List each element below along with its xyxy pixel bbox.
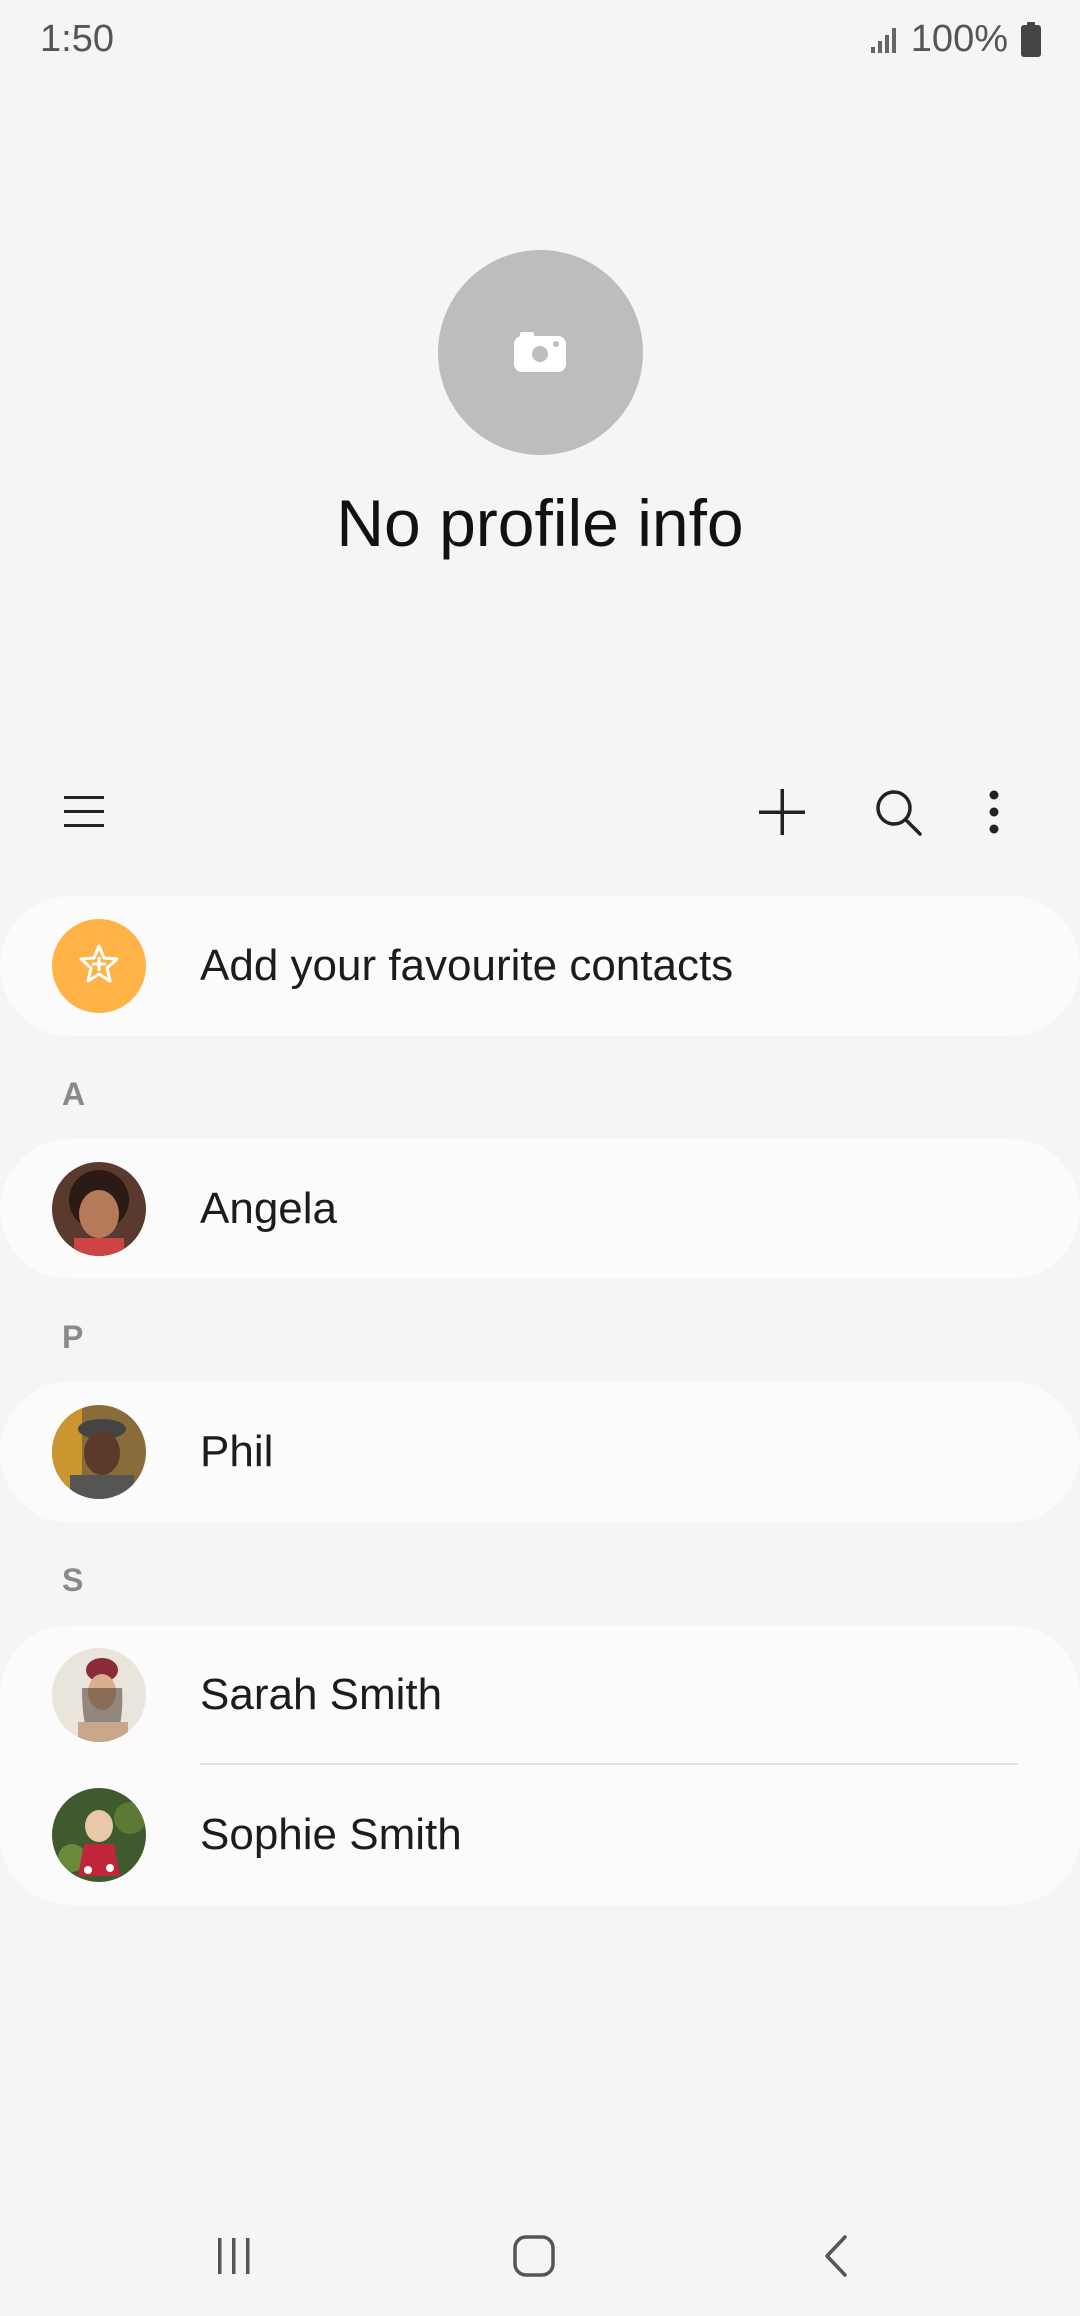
section-header-a: A <box>62 1076 86 1112</box>
contact-name: Phil <box>200 1427 274 1476</box>
section-header-s: S <box>62 1562 84 1598</box>
menu-icon <box>62 792 106 832</box>
contact-row[interactable]: Sophie Smith <box>0 1765 1080 1905</box>
section-header-p: P <box>62 1319 84 1355</box>
menu-button[interactable] <box>42 770 126 854</box>
battery-icon <box>1020 21 1042 58</box>
contact-name: Sophie Smith <box>200 1810 462 1859</box>
recents-icon <box>214 2236 254 2281</box>
favourite-badge <box>52 919 146 1013</box>
section-p-card: Phil <box>0 1382 1080 1522</box>
avatar <box>52 1648 146 1742</box>
favourites-label: Add your favourite contacts <box>200 941 734 990</box>
avatar <box>52 1162 146 1256</box>
contact-row[interactable]: Angela <box>0 1139 1080 1279</box>
back-button[interactable] <box>786 2220 886 2296</box>
add-icon <box>757 787 807 837</box>
add-favourites-row[interactable]: Add your favourite contacts <box>0 896 1080 1036</box>
section-s-card: Sarah Smith Sophie Smith <box>0 1625 1080 1905</box>
home-button[interactable] <box>484 2220 584 2296</box>
home-icon <box>512 2234 556 2283</box>
avatar <box>52 1405 146 1499</box>
back-icon <box>821 2234 851 2283</box>
profile-photo-button[interactable] <box>437 250 643 455</box>
section-a-card: Angela <box>0 1139 1080 1279</box>
toolbar <box>0 770 1080 854</box>
battery-percent: 100% <box>910 18 1008 60</box>
contact-name: Angela <box>200 1184 338 1233</box>
contacts-screen: 1:50 100% No profile info Add your favou… <box>0 0 1080 2316</box>
contact-row[interactable]: Phil <box>0 1382 1080 1522</box>
navigation-bar <box>0 2200 1080 2316</box>
more-options-button[interactable] <box>952 770 1036 854</box>
favourites-card[interactable]: Add your favourite contacts <box>0 896 1080 1036</box>
status-indicators: 100% <box>869 18 1042 61</box>
avatar <box>52 1788 146 1882</box>
star-icon <box>77 942 121 991</box>
search-button[interactable] <box>856 770 940 854</box>
add-contact-button[interactable] <box>740 770 824 854</box>
status-bar: 1:50 100% <box>0 0 1080 84</box>
camera-icon <box>512 330 568 374</box>
search-icon <box>873 787 923 837</box>
contact-name: Sarah Smith <box>200 1670 443 1719</box>
more-options-icon <box>988 789 1000 835</box>
status-time: 1:50 <box>40 18 114 60</box>
recents-button[interactable] <box>184 2220 284 2296</box>
contact-row[interactable]: Sarah Smith <box>0 1625 1080 1765</box>
profile-title[interactable]: No profile info <box>0 485 1080 561</box>
profile-header: No profile info <box>0 250 1080 561</box>
signal-icon <box>869 25 899 55</box>
